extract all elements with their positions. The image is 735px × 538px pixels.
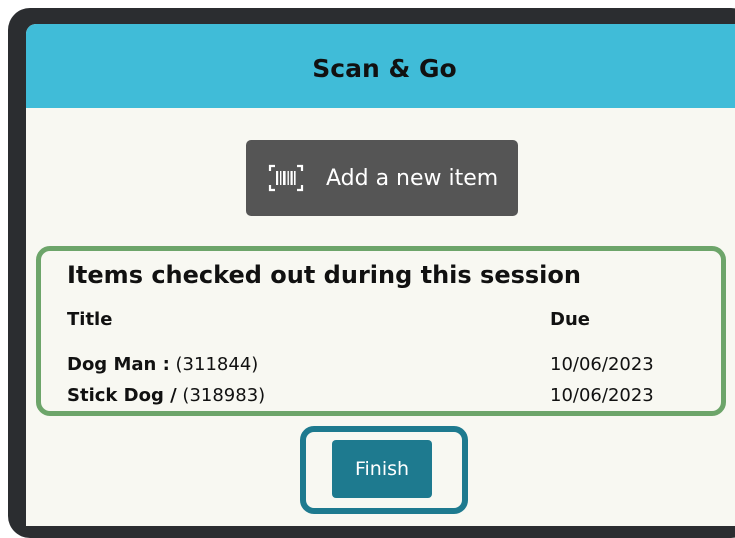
page-title: Scan & Go [312, 54, 457, 83]
session-items-panel: Items checked out during this session Ti… [36, 246, 726, 416]
column-header-due: Due [550, 309, 590, 330]
barcode-scan-icon [268, 164, 304, 192]
table-row: Dog Man : (311844) 10/06/2023 [67, 354, 697, 375]
item-id: (318983) [182, 385, 266, 406]
item-due-date: 10/06/2023 [550, 385, 654, 406]
app-header: Scan & Go [26, 24, 735, 108]
finish-button[interactable]: Finish [332, 440, 432, 498]
app-screen: Scan & Go Add a new item Items checked o… [26, 24, 735, 526]
item-id: (311844) [175, 354, 259, 375]
add-new-item-label: Add a new item [326, 165, 499, 191]
table-row: Stick Dog / (318983) 10/06/2023 [67, 385, 697, 406]
column-header-title: Title [67, 309, 113, 330]
finish-highlight: Finish [300, 426, 468, 514]
item-due-date: 10/06/2023 [550, 354, 654, 375]
device-frame: Scan & Go Add a new item Items checked o… [8, 8, 735, 538]
session-heading: Items checked out during this session [67, 261, 581, 289]
item-title: Dog Man : [67, 354, 170, 375]
item-title: Stick Dog / [67, 385, 177, 406]
add-new-item-button[interactable]: Add a new item [246, 140, 518, 216]
